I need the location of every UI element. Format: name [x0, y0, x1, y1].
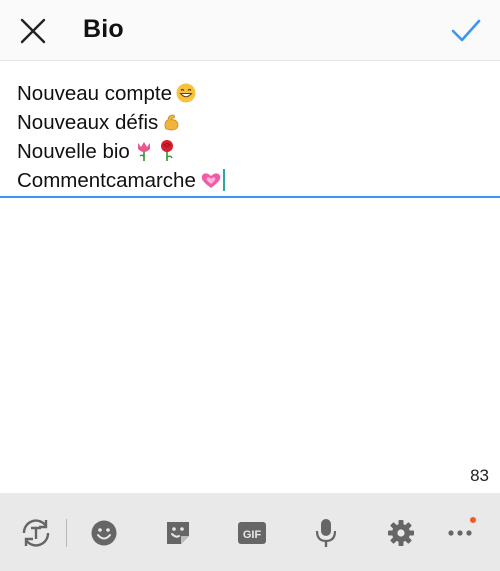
- text-cursor: [222, 169, 225, 191]
- more-button[interactable]: [440, 513, 480, 553]
- keyboard-toolbar: GIF: [0, 493, 500, 571]
- top-bar: Bio: [0, 0, 500, 61]
- settings-button[interactable]: [381, 513, 421, 553]
- toolbar-divider: [66, 519, 67, 547]
- gif-label: GIF: [243, 529, 262, 541]
- bio-text-area[interactable]: Nouveau compte Nouveaux défis Nouvelle b…: [0, 62, 500, 198]
- bio-line-text: Nouveaux défis: [17, 111, 159, 134]
- bio-line-text: Nouvelle bio: [17, 140, 130, 163]
- notification-dot: [470, 517, 476, 523]
- gear-icon: [388, 520, 414, 546]
- check-icon: [451, 19, 481, 42]
- text-cycle-icon: [22, 519, 50, 547]
- bio-text: Nouveau compte Nouveaux défis Nouvelle b…: [17, 81, 225, 197]
- bio-line: Nouvelle bio: [17, 139, 225, 168]
- gif-button[interactable]: GIF: [232, 513, 272, 553]
- close-icon: [20, 18, 46, 44]
- more-icon: [448, 530, 472, 536]
- sticker-button[interactable]: [158, 513, 198, 553]
- text-cycle-button[interactable]: [16, 513, 56, 553]
- bio-line-text: Commentcamarche: [17, 169, 196, 192]
- growing-heart-emoji: [200, 170, 222, 197]
- bio-line: Commentcamarche: [17, 168, 225, 197]
- bio-line: Nouveau compte: [17, 81, 225, 110]
- sticker-icon: [167, 522, 189, 544]
- flexed-biceps-emoji: [162, 112, 182, 139]
- character-counter: 83: [470, 466, 489, 485]
- emoji-button[interactable]: [84, 513, 124, 553]
- page-title: Bio: [83, 15, 124, 43]
- grinning-face-emoji: [176, 83, 196, 110]
- smiley-icon: [91, 520, 117, 546]
- tulip-rose-emoji: [134, 139, 178, 168]
- bio-line-text: Nouveau compte: [17, 82, 172, 105]
- voice-input-button[interactable]: [306, 513, 346, 553]
- gif-icon: GIF: [238, 522, 266, 544]
- microphone-icon: [315, 519, 337, 547]
- close-button[interactable]: [16, 14, 50, 48]
- done-button[interactable]: [448, 14, 484, 48]
- bio-line: Nouveaux défis: [17, 110, 225, 139]
